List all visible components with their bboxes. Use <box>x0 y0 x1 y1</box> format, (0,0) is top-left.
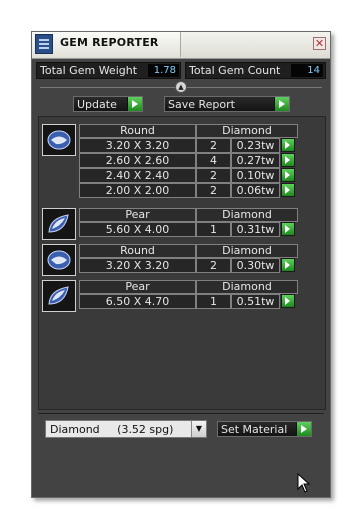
update-button[interactable]: Update <box>73 96 143 112</box>
app-icon <box>35 34 53 54</box>
size-cell: 2.00 X 2.00 <box>79 183 196 198</box>
shape-header: Pear <box>79 280 196 294</box>
material-header: Diamond <box>196 244 298 258</box>
weight-cell: 0.06tw <box>231 183 280 198</box>
chevron-down-icon[interactable]: ▼ <box>191 421 206 437</box>
row-action-arrow-icon[interactable] <box>281 183 295 197</box>
save-report-button[interactable]: Save Report <box>164 96 290 112</box>
size-cell: 6.50 X 4.70 <box>79 294 196 309</box>
title-tab: GEM REPORTER <box>32 32 181 57</box>
window-title: GEM REPORTER <box>60 36 159 49</box>
update-button-label: Update <box>77 98 117 111</box>
size-cell: 3.20 X 3.20 <box>79 138 196 153</box>
weight-cell: 0.23tw <box>231 138 280 153</box>
count-cell: 4 <box>196 153 231 168</box>
row-action-arrow-icon[interactable] <box>281 294 295 308</box>
weight-cell: 0.51tw <box>231 294 280 309</box>
close-button[interactable]: ✕ <box>313 37 326 50</box>
total-gem-weight-value: 1.78 <box>148 64 179 77</box>
count-cell: 2 <box>196 258 231 273</box>
play-arrow-icon <box>274 97 289 111</box>
size-cell: 5.60 X 4.00 <box>79 222 196 237</box>
gem-list-panel: Round Diamond 3.20 X 3.20 2 0.23tw 2.60 … <box>38 116 326 410</box>
set-material-button[interactable]: Set Material <box>217 421 312 437</box>
row-action-arrow-icon[interactable] <box>281 258 295 272</box>
total-gem-weight-label: Total Gem Weight <box>40 64 138 77</box>
count-cell: 2 <box>196 183 231 198</box>
shape-header: Pear <box>79 208 196 222</box>
total-gem-count-box: Total Gem Count 14 <box>185 62 326 79</box>
play-arrow-icon <box>127 97 142 111</box>
set-material-button-label: Set Material <box>221 423 288 436</box>
material-header: Diamond <box>196 208 298 222</box>
play-arrow-icon <box>296 422 311 436</box>
row-action-arrow-icon[interactable] <box>281 138 295 152</box>
total-gem-count-value: 14 <box>291 64 323 77</box>
weight-cell: 0.27tw <box>231 153 280 168</box>
pear-gem-icon[interactable] <box>42 280 76 312</box>
count-cell: 2 <box>196 168 231 183</box>
material-header: Diamond <box>196 280 298 294</box>
count-cell: 1 <box>196 222 231 237</box>
shape-header: Round <box>79 124 196 138</box>
gem-reporter-window: GEM REPORTER ✕ Total Gem Weight 1.78 Tot… <box>31 31 331 498</box>
weight-cell: 0.10tw <box>231 168 280 183</box>
weight-cell: 0.31tw <box>231 222 280 237</box>
size-cell: 3.20 X 3.20 <box>79 258 196 273</box>
count-cell: 2 <box>196 138 231 153</box>
title-bar[interactable]: GEM REPORTER ✕ <box>32 32 330 59</box>
material-select-value: Diamond (3.52 spg) <box>50 423 174 436</box>
panel-divider <box>38 413 324 414</box>
total-gem-weight-box: Total Gem Weight 1.78 <box>36 62 181 79</box>
size-cell: 2.60 X 2.60 <box>79 153 196 168</box>
round-gem-icon[interactable] <box>42 124 76 156</box>
total-gem-count-label: Total Gem Count <box>189 64 281 77</box>
material-header: Diamond <box>196 124 298 138</box>
mouse-cursor-icon <box>297 473 311 493</box>
material-select[interactable]: Diamond (3.52 spg) ▼ <box>45 420 207 438</box>
pear-gem-icon[interactable] <box>42 208 76 240</box>
weight-cell: 0.30tw <box>231 258 280 273</box>
count-cell: 1 <box>196 294 231 309</box>
row-action-arrow-icon[interactable] <box>281 222 295 236</box>
row-action-arrow-icon[interactable] <box>281 153 295 167</box>
row-action-arrow-icon[interactable] <box>281 168 295 182</box>
collapse-up-icon[interactable]: ▲ <box>175 81 187 93</box>
size-cell: 2.40 X 2.40 <box>79 168 196 183</box>
save-report-button-label: Save Report <box>168 98 235 111</box>
shape-header: Round <box>79 244 196 258</box>
round-gem-icon[interactable] <box>42 244 76 276</box>
